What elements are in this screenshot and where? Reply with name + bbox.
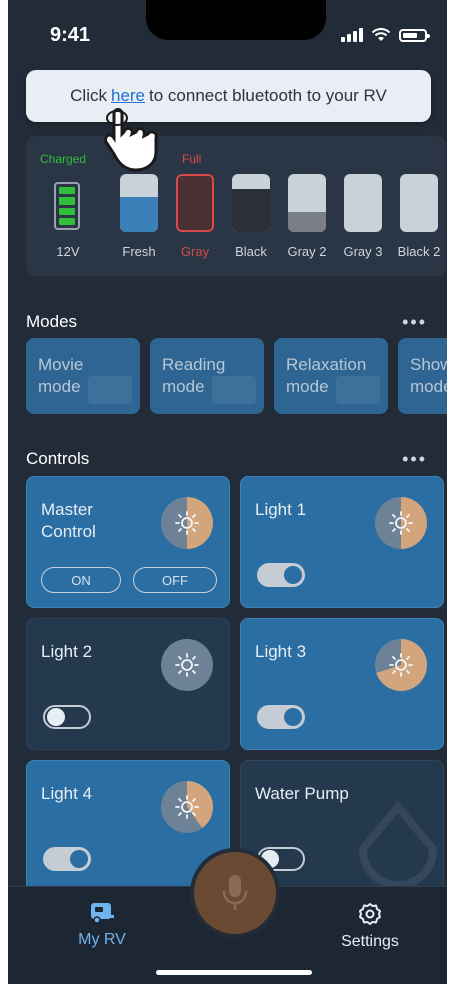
gray-tank[interactable] — [176, 174, 214, 232]
show-mode-card[interactable]: Show mode — [398, 338, 447, 414]
sun-icon — [175, 511, 199, 535]
pointing-hand-icon — [104, 108, 158, 172]
movie-mode-card[interactable]: Movie mode — [26, 338, 140, 414]
mode-label-line2: mode — [410, 377, 447, 396]
gray-2-tank[interactable] — [288, 174, 326, 232]
status-time: 9:41 — [50, 24, 91, 46]
gray-3-tank[interactable] — [344, 174, 382, 232]
master-off-button[interactable]: OFF — [133, 567, 217, 593]
book-icon — [212, 376, 256, 404]
tab-settings[interactable]: Settings — [310, 901, 430, 951]
master-control-line1: Master — [41, 500, 93, 519]
tab-my-rv-label: My RV — [78, 931, 126, 948]
light-1-title: Light 1 — [255, 500, 307, 519]
relaxation-mode-card[interactable]: Relaxation mode — [274, 338, 388, 414]
phone-screen: 9:41 Click here to connect bluetooth to … — [8, 0, 447, 984]
sun-icon — [175, 653, 199, 677]
battery-level-icon — [54, 182, 80, 230]
cellular-signal-icon — [341, 28, 363, 42]
black-2-tank-label: Black 2 — [397, 244, 441, 259]
modes-more-button[interactable]: ••• — [402, 312, 427, 333]
sun-icon — [389, 511, 413, 535]
black-tank-label: Black — [235, 244, 267, 259]
banner-text-after: to connect bluetooth to your RV — [149, 86, 387, 105]
light-2-title: Light 2 — [41, 642, 93, 661]
camera-icon — [88, 376, 132, 404]
tab-settings-label: Settings — [341, 933, 399, 950]
gray-3-tank-label: Gray 3 — [343, 244, 383, 259]
master-on-button[interactable]: ON — [41, 567, 121, 593]
gray-2-tank-label: Gray 2 — [287, 244, 327, 259]
mode-label-line1: Show — [410, 355, 447, 374]
black-2-tank[interactable] — [400, 174, 438, 232]
light-4-toggle[interactable] — [43, 847, 91, 871]
master-control-line2: Control — [41, 522, 96, 541]
mode-label-line1: Relaxation — [286, 355, 367, 374]
modes-title: Modes — [26, 312, 78, 331]
light-3-card[interactable]: Light 3 — [240, 618, 444, 750]
modes-carousel[interactable]: Movie mode Reading mode Relaxation mode … — [26, 338, 447, 416]
controls-more-button[interactable]: ••• — [402, 449, 427, 470]
status-icons — [341, 28, 430, 42]
sofa-icon — [336, 376, 380, 404]
status-bar: 9:41 — [8, 0, 447, 64]
master-control-title: Master Control — [41, 499, 96, 543]
mode-label-line1: Reading — [162, 355, 226, 374]
master-brightness-dial[interactable] — [161, 497, 213, 549]
fresh-tank-label: Fresh — [122, 244, 156, 259]
voice-command-button[interactable] — [194, 852, 276, 934]
light-3-title: Light 3 — [255, 642, 307, 661]
bluetooth-connect-banner[interactable]: Click here to connect bluetooth to your … — [26, 70, 431, 122]
light-2-card[interactable]: Light 2 — [26, 618, 230, 750]
notch — [146, 0, 326, 40]
sun-icon — [389, 653, 413, 677]
tank-levels-panel: Charged 12V Full Fresh Gray Black Gray 2… — [26, 136, 446, 276]
light-3-brightness-dial[interactable] — [375, 639, 427, 691]
wifi-icon — [371, 28, 391, 41]
fresh-tank[interactable] — [120, 174, 158, 232]
sun-icon — [175, 795, 199, 819]
black-tank[interactable] — [232, 174, 270, 232]
home-indicator[interactable] — [156, 970, 312, 975]
light-4-title: Light 4 — [41, 784, 93, 803]
light-1-toggle[interactable] — [257, 563, 305, 587]
light-2-toggle[interactable] — [43, 705, 91, 729]
gray-tank-label: Gray — [180, 244, 210, 259]
connect-bluetooth-link[interactable]: here — [111, 86, 145, 106]
battery-voltage-label: 12V — [56, 244, 80, 259]
controls-title: Controls — [26, 449, 90, 468]
gear-icon — [359, 903, 381, 925]
water-pump-title: Water Pump — [255, 784, 349, 803]
water-drop-icon — [358, 800, 438, 889]
battery-status-icon — [399, 29, 430, 42]
master-control-card[interactable]: Master Control ON OFF — [26, 476, 230, 608]
mode-label-line1: Movie — [38, 355, 84, 374]
light-4-brightness-dial[interactable] — [161, 781, 213, 833]
battery-status-label: Charged — [40, 152, 87, 166]
light-2-brightness-dial[interactable] — [161, 639, 213, 691]
light-1-brightness-dial[interactable] — [375, 497, 427, 549]
tab-my-rv[interactable]: My RV — [42, 901, 162, 949]
microphone-icon — [222, 875, 248, 910]
light-1-card[interactable]: Light 1 — [240, 476, 444, 608]
rv-icon — [91, 903, 114, 924]
banner-text-before: Click — [70, 86, 107, 105]
reading-mode-card[interactable]: Reading mode — [150, 338, 264, 414]
light-3-toggle[interactable] — [257, 705, 305, 729]
gray-tank-status-label: Full — [182, 152, 202, 166]
